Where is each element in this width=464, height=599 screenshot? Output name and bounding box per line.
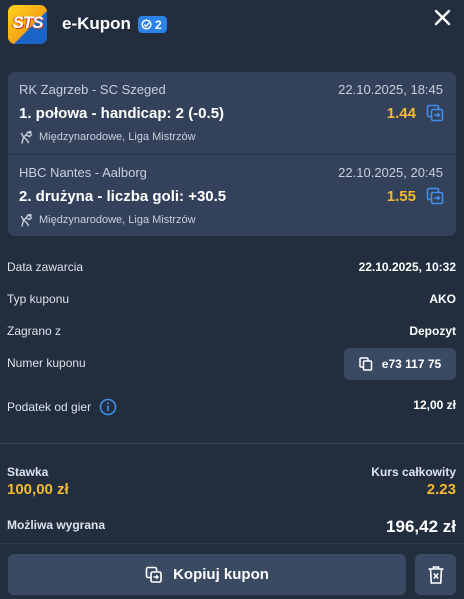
swap-bet-button[interactable]	[425, 103, 445, 123]
stake-value: 100,00 zł	[7, 481, 69, 498]
date-value: 22.10.2025, 10:32	[358, 260, 456, 274]
tax-label: Podatek od gier	[7, 398, 117, 416]
bet-datetime: 22.10.2025, 18:45	[338, 82, 443, 97]
coupon-count-icon	[141, 19, 152, 30]
bet-teams: RK Zagrzeb - SC Szeged	[19, 82, 166, 97]
info-icon[interactable]	[99, 398, 117, 416]
bet-league: Międzynarodowe, Liga Mistrzów	[19, 213, 196, 227]
coupon-number: e73 117 75	[381, 357, 442, 371]
source-value: Depozyt	[409, 324, 456, 338]
divider	[0, 543, 464, 544]
bet-market: 2. drużyna - liczba goli: +30.5	[19, 188, 227, 205]
swap-icon	[426, 104, 444, 122]
copy-coupon-label: Kopiuj kupon	[173, 566, 269, 583]
trash-icon	[428, 565, 443, 584]
divider	[0, 443, 464, 444]
detail-row-type: Typ kuponu AKO	[0, 284, 464, 316]
sts-logo: STS	[8, 5, 47, 44]
bet-count-badge: 2	[138, 16, 167, 33]
copy-coupon-number-button[interactable]: e73 117 75	[344, 348, 456, 380]
coupon-details: Data zawarcia 22.10.2025, 10:32 Typ kupo…	[0, 252, 464, 422]
source-label: Zagrano z	[7, 324, 62, 338]
detail-row-tax: Podatek od gier 12,00 zł	[0, 390, 464, 422]
bet-odds: 1.55	[386, 188, 416, 205]
possible-win-value: 196,42 zł	[386, 517, 456, 536]
bet-league: Międzynarodowe, Liga Mistrzów	[19, 130, 196, 144]
swap-icon	[426, 187, 444, 205]
total-odds-label: Kurs całkowity	[371, 465, 456, 479]
league-name: Międzynarodowe, Liga Mistrzów	[39, 214, 196, 226]
detail-row-date: Data zawarcia 22.10.2025, 10:32	[0, 252, 464, 284]
total-odds-value: 2.23	[426, 481, 456, 498]
bet-item[interactable]: RK Zagrzeb - SC Szeged 22.10.2025, 18:45…	[8, 72, 456, 154]
type-value: AKO	[429, 292, 456, 306]
tax-label-text: Podatek od gier	[7, 400, 92, 414]
coupon-header: STS e-Kupon 2	[0, 0, 464, 56]
handball-icon	[20, 213, 33, 227]
close-icon	[434, 9, 451, 26]
bet-market: 1. połowa - handicap: 2 (-0.5)	[19, 105, 225, 122]
detail-row-source: Zagrano z Depozyt	[0, 316, 464, 348]
bet-teams: HBC Nantes - Aalborg	[19, 165, 147, 180]
delete-coupon-button[interactable]	[415, 554, 456, 595]
bet-odds: 1.44	[386, 105, 416, 122]
date-label: Data zawarcia	[7, 260, 84, 274]
type-label: Typ kuponu	[7, 292, 70, 306]
tax-value: 12,00 zł	[413, 398, 456, 412]
bet-datetime: 22.10.2025, 20:45	[338, 165, 443, 180]
bet-item[interactable]: HBC Nantes - Aalborg 22.10.2025, 20:45 2…	[8, 154, 456, 236]
copy-coupon-button[interactable]: Kopiuj kupon	[8, 554, 406, 595]
league-name: Międzynarodowe, Liga Mistrzów	[39, 131, 196, 143]
coupon-title: e-Kupon	[62, 14, 131, 33]
bets-list: RK Zagrzeb - SC Szeged 22.10.2025, 18:45…	[8, 72, 456, 236]
swap-bet-button[interactable]	[425, 186, 445, 206]
close-button[interactable]	[428, 4, 456, 32]
bet-count: 2	[155, 17, 162, 32]
number-label: Numer kuponu	[7, 356, 86, 370]
stake-label: Stawka	[7, 465, 49, 479]
copy-coupon-icon	[145, 566, 162, 583]
handball-icon	[20, 130, 33, 144]
possible-win-label: Możliwa wygrana	[7, 518, 106, 532]
copy-icon	[359, 357, 373, 371]
